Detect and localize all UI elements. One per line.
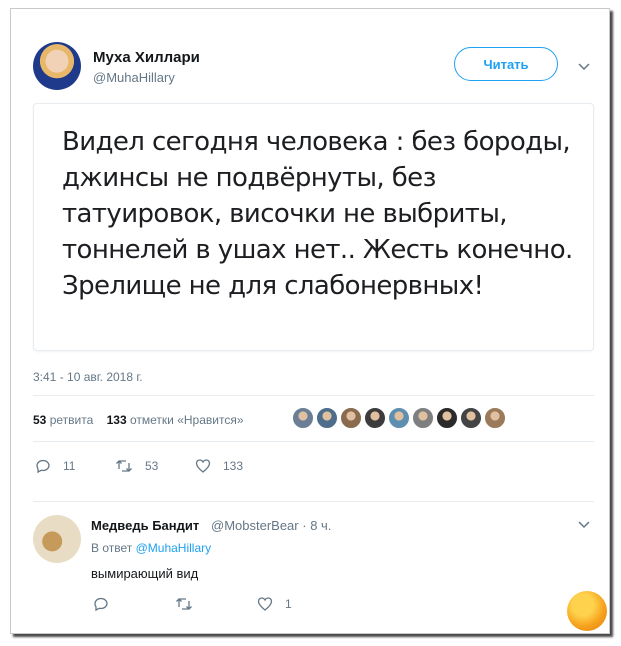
author-avatar[interactable] bbox=[33, 42, 81, 90]
tweet-stats: 53 ретвита 133 отметки «Нравится» bbox=[33, 413, 244, 427]
tweet-content-card: Видел сегодня человека : без бороды, джи… bbox=[33, 103, 594, 351]
in-reply-handle-link[interactable]: @MuhaHillary bbox=[136, 541, 212, 555]
follow-button[interactable]: Читать bbox=[454, 47, 558, 81]
chevron-down-icon[interactable] bbox=[578, 61, 590, 73]
reply-reply-button[interactable] bbox=[93, 596, 175, 612]
liker-avatars bbox=[292, 407, 506, 429]
retweet-button[interactable]: 53 bbox=[115, 458, 195, 474]
chevron-down-icon[interactable] bbox=[578, 519, 590, 531]
reply-icon bbox=[36, 459, 50, 474]
reply-icon bbox=[94, 597, 108, 612]
divider bbox=[33, 441, 594, 442]
retweets-count[interactable]: 53 bbox=[33, 413, 46, 427]
heart-icon bbox=[257, 597, 273, 611]
reply-like-button[interactable]: 1 bbox=[257, 596, 339, 612]
reply-author-avatar[interactable] bbox=[33, 515, 81, 563]
liker-avatar[interactable] bbox=[292, 407, 314, 429]
like-count: 133 bbox=[223, 459, 244, 473]
reply-button[interactable]: 11 bbox=[35, 458, 115, 474]
reply-author-name[interactable]: Медведь Бандит bbox=[91, 518, 199, 533]
liker-avatar[interactable] bbox=[388, 407, 410, 429]
in-reply-prefix: В ответ bbox=[91, 541, 133, 555]
liker-avatar[interactable] bbox=[364, 407, 386, 429]
likes-label[interactable]: отметки «Нравится» bbox=[130, 413, 244, 427]
liker-avatar[interactable] bbox=[484, 407, 506, 429]
reply-count: 11 bbox=[63, 459, 76, 473]
reply-text: вымирающий вид bbox=[91, 566, 199, 581]
liker-avatar[interactable] bbox=[436, 407, 458, 429]
screenshot-frame: Муха Хиллари @MuhaHillary Читать Видел с… bbox=[10, 8, 610, 634]
liker-avatar[interactable] bbox=[340, 407, 362, 429]
reply-time[interactable]: · 8 ч. bbox=[302, 518, 331, 533]
retweet-icon bbox=[116, 460, 132, 472]
tweet-actions: 11 53 133 bbox=[35, 458, 275, 474]
author-name[interactable]: Муха Хиллари bbox=[93, 49, 200, 66]
retweets-label[interactable]: ретвита bbox=[50, 413, 94, 427]
reply-like-count: 1 bbox=[285, 597, 292, 611]
retweet-icon bbox=[176, 598, 192, 610]
reply-retweet-button[interactable] bbox=[175, 596, 257, 612]
divider bbox=[33, 501, 594, 502]
divider bbox=[33, 395, 594, 396]
liker-avatar[interactable] bbox=[460, 407, 482, 429]
reply-author-meta: @MobsterBear · 8 ч. bbox=[211, 518, 331, 533]
retweet-count: 53 bbox=[145, 459, 159, 473]
author-handle[interactable]: @MuhaHillary bbox=[93, 70, 175, 85]
tweet-text: Видел сегодня человека : без бороды, джи… bbox=[62, 127, 573, 301]
reply-author-handle[interactable]: @MobsterBear bbox=[211, 518, 299, 533]
liker-avatar[interactable] bbox=[412, 407, 434, 429]
like-button[interactable]: 133 bbox=[195, 458, 275, 474]
reply-actions: 1 bbox=[93, 596, 339, 612]
watermark-logo bbox=[567, 591, 607, 631]
liker-avatar[interactable] bbox=[316, 407, 338, 429]
tweet-timestamp[interactable]: 3:41 - 10 авг. 2018 г. bbox=[33, 370, 143, 384]
likes-count[interactable]: 133 bbox=[107, 413, 127, 427]
in-reply-to: В ответ @MuhaHillary bbox=[91, 541, 211, 555]
heart-icon bbox=[195, 459, 211, 473]
